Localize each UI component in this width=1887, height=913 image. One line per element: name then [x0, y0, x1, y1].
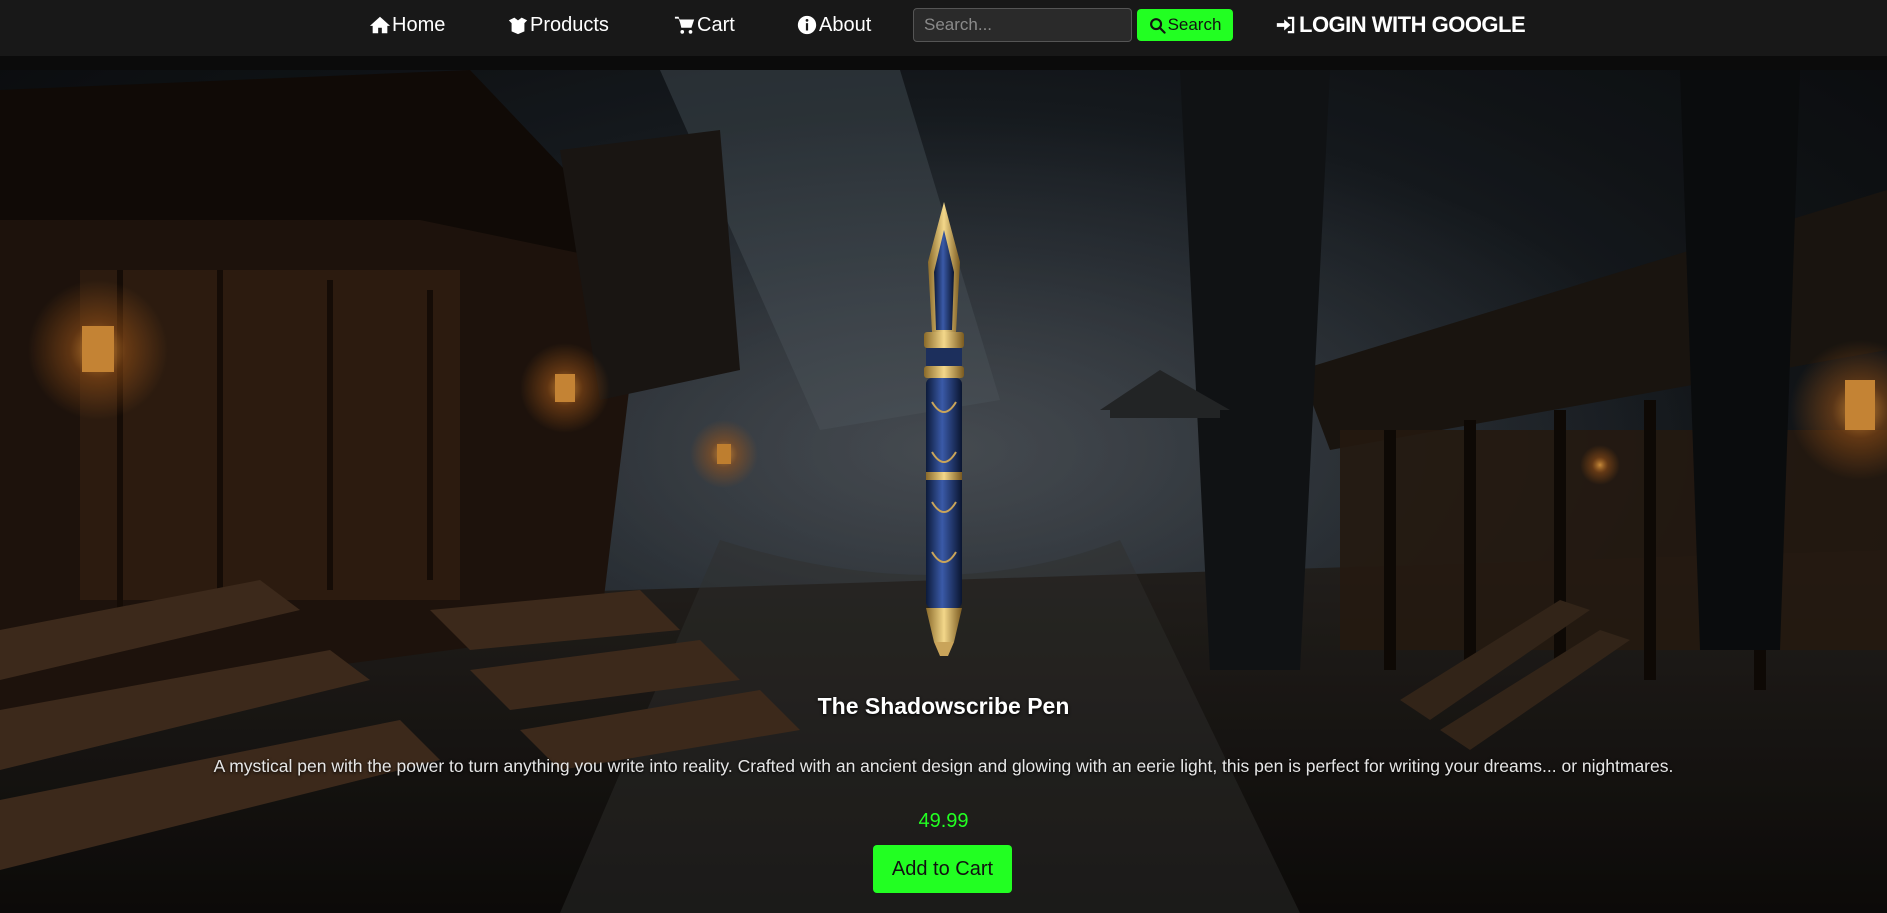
search-button[interactable]: Search [1137, 9, 1233, 41]
home-icon [369, 16, 391, 34]
box-open-icon [508, 17, 528, 35]
sign-in-icon [1276, 16, 1295, 34]
nav-cart-link[interactable]: Cart [674, 12, 735, 38]
nav-home-link[interactable]: Home [369, 12, 445, 38]
top-navbar: Home Products Cart About Search LOGIN WI… [0, 0, 1887, 70]
info-circle-icon [797, 15, 817, 35]
nav-products-label: Products [530, 13, 609, 36]
product-price: 49.99 [918, 810, 969, 832]
search-input[interactable] [913, 8, 1132, 42]
add-to-cart-button[interactable]: Add to Cart [873, 845, 1012, 893]
cart-icon [674, 16, 695, 34]
nav-about-link[interactable]: About [796, 12, 871, 38]
fountain-pen-product-image [924, 202, 964, 656]
hero-background: The Shadowscribe Pen A mystical pen with… [0, 70, 1887, 913]
login-label: LOGIN WITH GOOGLE [1299, 12, 1526, 37]
nav-cart-label: Cart [697, 13, 735, 36]
product-description: A mystical pen with the power to turn an… [213, 756, 1674, 776]
login-with-google-link[interactable]: LOGIN WITH GOOGLE [1275, 11, 1526, 39]
search-icon [1149, 17, 1166, 34]
search-button-label: Search [1167, 15, 1222, 34]
nav-about-label: About [819, 13, 872, 36]
nav-products-link[interactable]: Products [507, 12, 609, 38]
product-title: The Shadowscribe Pen [817, 693, 1070, 719]
nav-home-label: Home [392, 13, 446, 36]
